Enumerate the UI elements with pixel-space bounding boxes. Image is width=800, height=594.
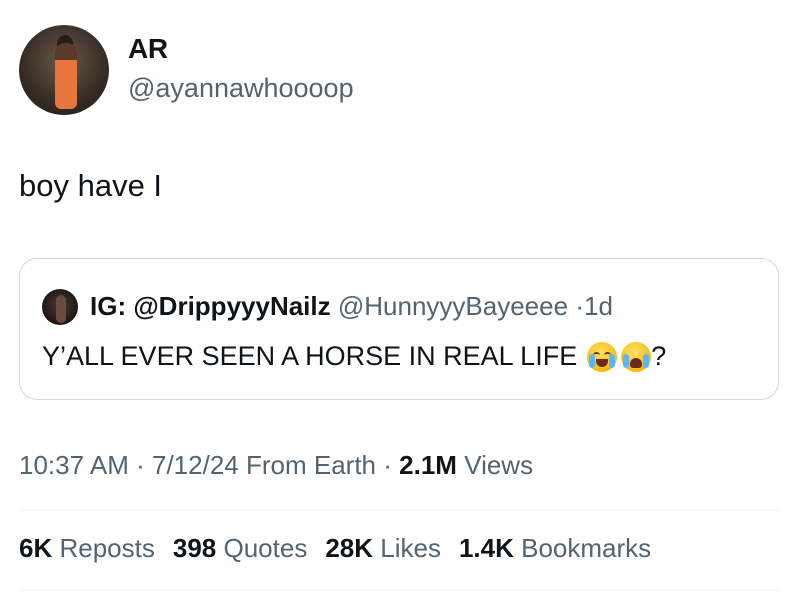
quoted-tweet-header: IG: @DrippyyyNailz @HunnyyyBayeeee ·1d (90, 291, 613, 322)
crying-face-emoji-icon (621, 341, 652, 372)
stat-count: 1.4K (458, 533, 514, 563)
stat-count: 6K (19, 533, 53, 563)
meta-separator: · (383, 450, 392, 480)
quoted-tweet-card[interactable]: IG: @DrippyyyNailz @HunnyyyBayeeee ·1d Y… (19, 258, 779, 400)
avatar-figure-shape (55, 43, 77, 109)
tweet-meta-row: 10:37 AM · 7/12/24 From Earth · 2.1M Vie… (19, 450, 533, 481)
tweet-text: boy have I (19, 168, 163, 203)
stat-label: Reposts (59, 533, 155, 563)
stat-count: 28K (325, 533, 374, 563)
quoted-author-handle[interactable]: @HunnyyyBayeeee (338, 291, 568, 321)
stat-likes[interactable]: 28K Likes (325, 533, 441, 564)
divider (19, 590, 781, 591)
quoted-tweet-text: Y’ALL EVER SEEN A HORSE IN REAL LIFE (42, 341, 578, 371)
quoted-separator: · (575, 291, 584, 321)
quoted-author-avatar[interactable] (42, 289, 78, 325)
tweet-source: From Earth (245, 450, 377, 480)
views-label[interactable]: Views (464, 450, 533, 480)
author-display-name[interactable]: AR (128, 33, 168, 65)
stat-reposts[interactable]: 6K Reposts (19, 533, 155, 564)
author-avatar[interactable] (19, 25, 109, 115)
stat-bookmarks[interactable]: 1.4K Bookmarks (459, 533, 651, 564)
tweet-date[interactable]: 7/12/24 (152, 450, 239, 480)
laughing-tears-emoji-icon (587, 341, 618, 372)
stat-label: Quotes (223, 533, 308, 563)
quoted-avatar-figure-shape (56, 295, 66, 323)
views-count[interactable]: 2.1M (399, 450, 457, 480)
author-handle[interactable]: @ayannawhoooop (128, 73, 354, 104)
quoted-tweet-age: 1d (583, 291, 613, 321)
tweet-time[interactable]: 10:37 AM (19, 450, 129, 480)
stat-count: 398 (172, 533, 217, 563)
engagement-stats: 6K Reposts 398 Quotes 28K Likes 1.4K Boo… (19, 533, 651, 564)
stat-label: Bookmarks (521, 533, 652, 563)
quoted-tweet-trailing-text: ? (651, 341, 667, 371)
stat-label: Likes (380, 533, 441, 563)
quoted-tweet-text-row: Y’ALL EVER SEEN A HORSE IN REAL LIFE ? (42, 341, 666, 372)
quoted-author-display-name[interactable]: IG: @DrippyyyNailz (90, 291, 331, 321)
meta-separator: · (136, 450, 145, 480)
stat-quotes[interactable]: 398 Quotes (173, 533, 307, 564)
divider (19, 510, 781, 511)
